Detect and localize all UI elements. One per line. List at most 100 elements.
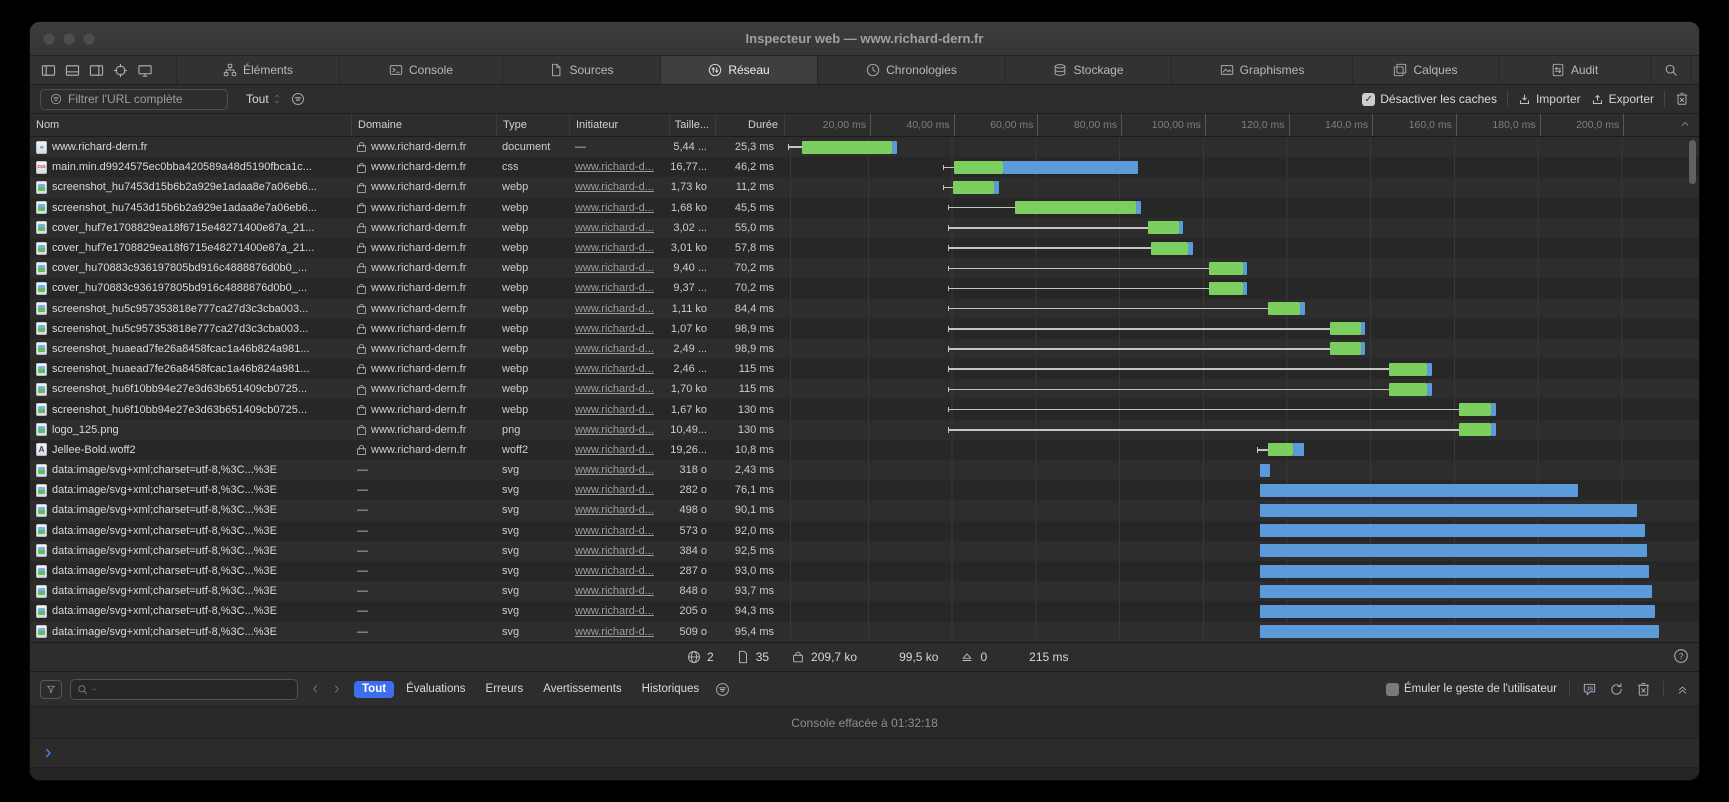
element-picker-icon[interactable] xyxy=(113,63,128,78)
waterfall-cell[interactable] xyxy=(784,521,1699,541)
resource-initiator[interactable]: www.richard-d... xyxy=(575,181,654,193)
network-request-row[interactable]: screenshot_huaead7fe26a8458fcac1a46b824a… xyxy=(30,359,1699,379)
dock-left-icon[interactable] xyxy=(41,63,56,78)
dock-bottom-icon[interactable] xyxy=(65,63,80,78)
resource-initiator[interactable]: www.richard-d... xyxy=(575,484,654,496)
column-header-taille[interactable]: Taille... xyxy=(669,114,715,136)
tab-graphismes[interactable]: Graphismes xyxy=(1171,56,1352,84)
console-scope-erreurs[interactable]: Erreurs xyxy=(478,681,532,698)
tab-stockage[interactable]: Stockage xyxy=(1005,56,1171,84)
waterfall-cell[interactable] xyxy=(784,420,1699,440)
waterfall-cell[interactable] xyxy=(784,480,1699,500)
resource-initiator[interactable]: www.richard-d... xyxy=(575,626,654,638)
clear-network-items-button[interactable] xyxy=(1675,92,1689,106)
resource-initiator[interactable]: www.richard-d... xyxy=(575,363,654,375)
network-request-row[interactable]: cover_hu70883c936197805bd916c4888876d0b0… xyxy=(30,258,1699,278)
network-request-row[interactable]: screenshot_hu5c957353818e777ca27d3c3cba0… xyxy=(30,319,1699,339)
waterfall-cell[interactable] xyxy=(784,218,1699,238)
collapse-console-icon[interactable] xyxy=(1676,683,1689,696)
network-request-row[interactable]: main.min.d9924575ec0bba420589a48d5190fbc… xyxy=(30,157,1699,177)
waterfall-cell[interactable] xyxy=(784,500,1699,520)
waterfall-cell[interactable] xyxy=(784,359,1699,379)
resource-initiator[interactable]: www.richard-d... xyxy=(575,545,654,557)
network-request-row[interactable]: cover_huf7e1708829ea18f6715e48271400e87a… xyxy=(30,238,1699,258)
network-request-row[interactable]: data:image/svg+xml;charset=utf-8,%3C...%… xyxy=(30,521,1699,541)
vertical-scrollbar-thumb[interactable] xyxy=(1689,140,1696,184)
export-button[interactable]: Exporter xyxy=(1591,92,1654,106)
network-request-row[interactable]: screenshot_hu7453d15b6b2a929e1adaa8e7a06… xyxy=(30,198,1699,218)
next-result-button[interactable] xyxy=(331,683,342,695)
help-icon[interactable] xyxy=(1673,648,1689,664)
waterfall-cell[interactable] xyxy=(784,177,1699,197)
console-scope-tout[interactable]: Tout xyxy=(354,681,394,698)
disable-caches-toggle[interactable]: ✓ Désactiver les caches xyxy=(1362,92,1497,106)
resource-initiator[interactable]: www.richard-d... xyxy=(575,222,654,234)
waterfall-cell[interactable] xyxy=(784,622,1699,642)
console-scope-avertissements[interactable]: Avertissements xyxy=(535,681,629,698)
waterfall-cell[interactable] xyxy=(784,339,1699,359)
console-scope-historiques[interactable]: Historiques xyxy=(634,681,708,698)
close-window-button[interactable] xyxy=(43,33,55,45)
network-request-row[interactable]: screenshot_hu5c957353818e777ca27d3c3cba0… xyxy=(30,299,1699,319)
tab-calques[interactable]: Calques xyxy=(1352,56,1498,84)
resource-initiator[interactable]: www.richard-d... xyxy=(575,565,654,577)
clear-console-icon[interactable] xyxy=(1636,682,1651,697)
network-request-row[interactable]: data:image/svg+xml;charset=utf-8,%3C...%… xyxy=(30,601,1699,621)
network-request-row[interactable]: screenshot_huaead7fe26a8458fcac1a46b824a… xyxy=(30,339,1699,359)
network-request-row[interactable]: cover_hu70883c936197805bd916c4888876d0b0… xyxy=(30,278,1699,298)
network-request-row[interactable]: data:image/svg+xml;charset=utf-8,%3C...%… xyxy=(30,500,1699,520)
waterfall-cell[interactable] xyxy=(784,198,1699,218)
resource-type-select[interactable]: Tout xyxy=(246,92,281,106)
tab-réseau[interactable]: Réseau xyxy=(660,56,817,84)
waterfall-cell[interactable] xyxy=(784,379,1699,399)
resource-initiator[interactable]: www.richard-d... xyxy=(575,585,654,597)
resource-initiator[interactable]: www.richard-d... xyxy=(575,303,654,315)
network-request-row[interactable]: data:image/svg+xml;charset=utf-8,%3C...%… xyxy=(30,541,1699,561)
import-button[interactable]: Importer xyxy=(1518,92,1581,106)
network-request-row[interactable]: data:image/svg+xml;charset=utf-8,%3C...%… xyxy=(30,460,1699,480)
evaluate-js-icon[interactable] xyxy=(1582,682,1597,697)
waterfall-cell[interactable] xyxy=(784,137,1699,157)
resource-initiator[interactable]: www.richard-d... xyxy=(575,161,654,173)
resource-initiator[interactable]: www.richard-d... xyxy=(575,404,654,416)
waterfall-cell[interactable] xyxy=(784,319,1699,339)
network-request-row[interactable]: data:image/svg+xml;charset=utf-8,%3C...%… xyxy=(30,581,1699,601)
minimize-window-button[interactable] xyxy=(63,33,75,45)
waterfall-cell[interactable] xyxy=(784,561,1699,581)
resource-initiator[interactable]: www.richard-d... xyxy=(575,242,654,254)
waterfall-cell[interactable] xyxy=(784,541,1699,561)
column-header-type[interactable]: Type xyxy=(496,114,569,136)
console-search-input[interactable] xyxy=(70,679,298,700)
url-filter-input[interactable]: Filtrer l'URL complète xyxy=(40,89,228,110)
resource-initiator[interactable]: — xyxy=(575,141,586,153)
resource-initiator[interactable]: www.richard-d... xyxy=(575,202,654,214)
previous-result-button[interactable] xyxy=(310,683,321,695)
waterfall-cell[interactable] xyxy=(784,278,1699,298)
network-request-row[interactable]: data:image/svg+xml;charset=utf-8,%3C...%… xyxy=(30,480,1699,500)
emulate-user-gesture-toggle[interactable]: Émuler le geste de l'utilisateur xyxy=(1386,683,1557,696)
resource-initiator[interactable]: www.richard-d... xyxy=(575,343,654,355)
column-header-duree[interactable]: Durée xyxy=(715,114,784,136)
tab-chronologies[interactable]: Chronologies xyxy=(817,56,1005,84)
network-request-row[interactable]: Jellee-Bold.woff2 www.richard-dern.fr wo… xyxy=(30,440,1699,460)
tab-audit[interactable]: Audit xyxy=(1498,56,1650,84)
waterfall-cell[interactable] xyxy=(784,258,1699,278)
zoom-window-button[interactable] xyxy=(83,33,95,45)
collapse-waterfall-icon[interactable] xyxy=(1679,118,1691,130)
console-prompt[interactable] xyxy=(30,739,1699,768)
waterfall-cell[interactable] xyxy=(784,238,1699,258)
column-header-nom[interactable]: Nom xyxy=(30,114,351,136)
network-request-row[interactable]: data:image/svg+xml;charset=utf-8,%3C...%… xyxy=(30,622,1699,642)
emulate-user-gesture-checkbox[interactable] xyxy=(1386,683,1399,696)
waterfall-cell[interactable] xyxy=(784,601,1699,621)
waterfall-cell[interactable] xyxy=(784,399,1699,419)
more-filters-icon[interactable] xyxy=(291,92,305,106)
resource-initiator[interactable]: www.richard-d... xyxy=(575,605,654,617)
console-scope-évaluations[interactable]: Évaluations xyxy=(398,681,473,698)
tab-éléments[interactable]: Éléments xyxy=(176,56,339,84)
disable-caches-checkbox[interactable]: ✓ xyxy=(1362,93,1375,106)
column-header-domaine[interactable]: Domaine xyxy=(351,114,496,136)
waterfall-cell[interactable] xyxy=(784,581,1699,601)
resource-initiator[interactable]: www.richard-d... xyxy=(575,525,654,537)
reload-page-icon[interactable] xyxy=(1609,682,1624,697)
